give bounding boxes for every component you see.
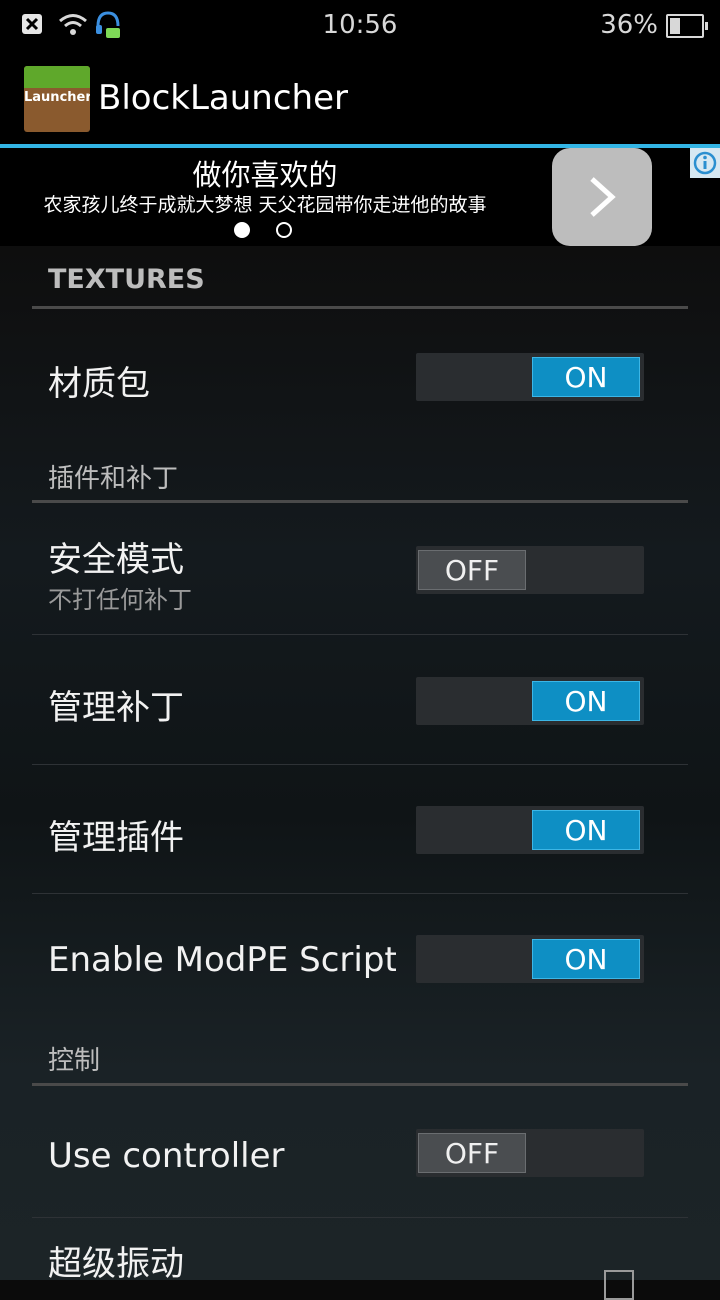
category-divider: [32, 306, 688, 309]
super-vibration-checkbox[interactable]: [604, 1270, 634, 1300]
texture-pack-toggle[interactable]: ON: [416, 353, 644, 401]
ad-page-indicator: [276, 222, 292, 238]
app-title: BlockLauncher: [98, 78, 348, 118]
use-controller-toggle[interactable]: OFF: [416, 1129, 644, 1177]
manage-patches-title: 管理补丁: [48, 688, 184, 728]
toggle-label: OFF: [418, 1133, 526, 1173]
enable-modpe-toggle[interactable]: ON: [416, 935, 644, 983]
manage-patches-toggle[interactable]: ON: [416, 677, 644, 725]
toggle-label: ON: [532, 681, 640, 721]
enable-modpe-title: Enable ModPE Script: [48, 940, 396, 980]
ad-subtitle: 农家孩儿终于成就大梦想 天父花园带你走进他的故事: [43, 194, 487, 216]
app-icon[interactable]: Launcher: [24, 66, 90, 132]
ad-banner[interactable]: 做你喜欢的 农家孩儿终于成就大梦想 天父花园带你走进他的故事: [0, 148, 720, 246]
ad-info-icon[interactable]: [690, 148, 720, 178]
category-textures: TEXTURES: [48, 264, 205, 295]
ad-page-indicator-active: [234, 222, 250, 238]
item-divider: [32, 764, 688, 765]
ad-title: 做你喜欢的: [192, 158, 338, 192]
battery-icon: [666, 14, 708, 38]
texture-pack-title: 材质包: [48, 364, 150, 404]
category-divider: [32, 1083, 688, 1086]
toggle-label: ON: [532, 939, 640, 979]
super-vibration-title: 超级振动: [48, 1244, 184, 1284]
category-plugins-patches: 插件和补丁: [48, 464, 179, 494]
safe-mode-toggle[interactable]: OFF: [416, 546, 644, 594]
toggle-label: ON: [532, 357, 640, 397]
app-icon-label: Launcher: [24, 90, 90, 105]
safe-mode-summary: 不打任何补丁: [48, 586, 192, 614]
manage-plugins-title: 管理插件: [48, 818, 184, 858]
toggle-label: ON: [532, 810, 640, 850]
ad-next-button[interactable]: [552, 148, 652, 246]
item-divider: [32, 634, 688, 635]
toggle-label: OFF: [418, 550, 526, 590]
category-divider: [32, 500, 688, 503]
item-divider: [32, 1217, 688, 1218]
battery-percentage: 36%: [600, 10, 658, 40]
status-bar: 10:56 36%: [0, 0, 720, 52]
item-divider: [32, 893, 688, 894]
category-controls: 控制: [48, 1046, 101, 1076]
use-controller-title: Use controller: [48, 1136, 285, 1176]
safe-mode-title: 安全模式: [48, 540, 184, 580]
manage-plugins-toggle[interactable]: ON: [416, 806, 644, 854]
action-bar: Launcher BlockLauncher: [0, 52, 720, 148]
chevron-right-icon: [590, 177, 616, 217]
